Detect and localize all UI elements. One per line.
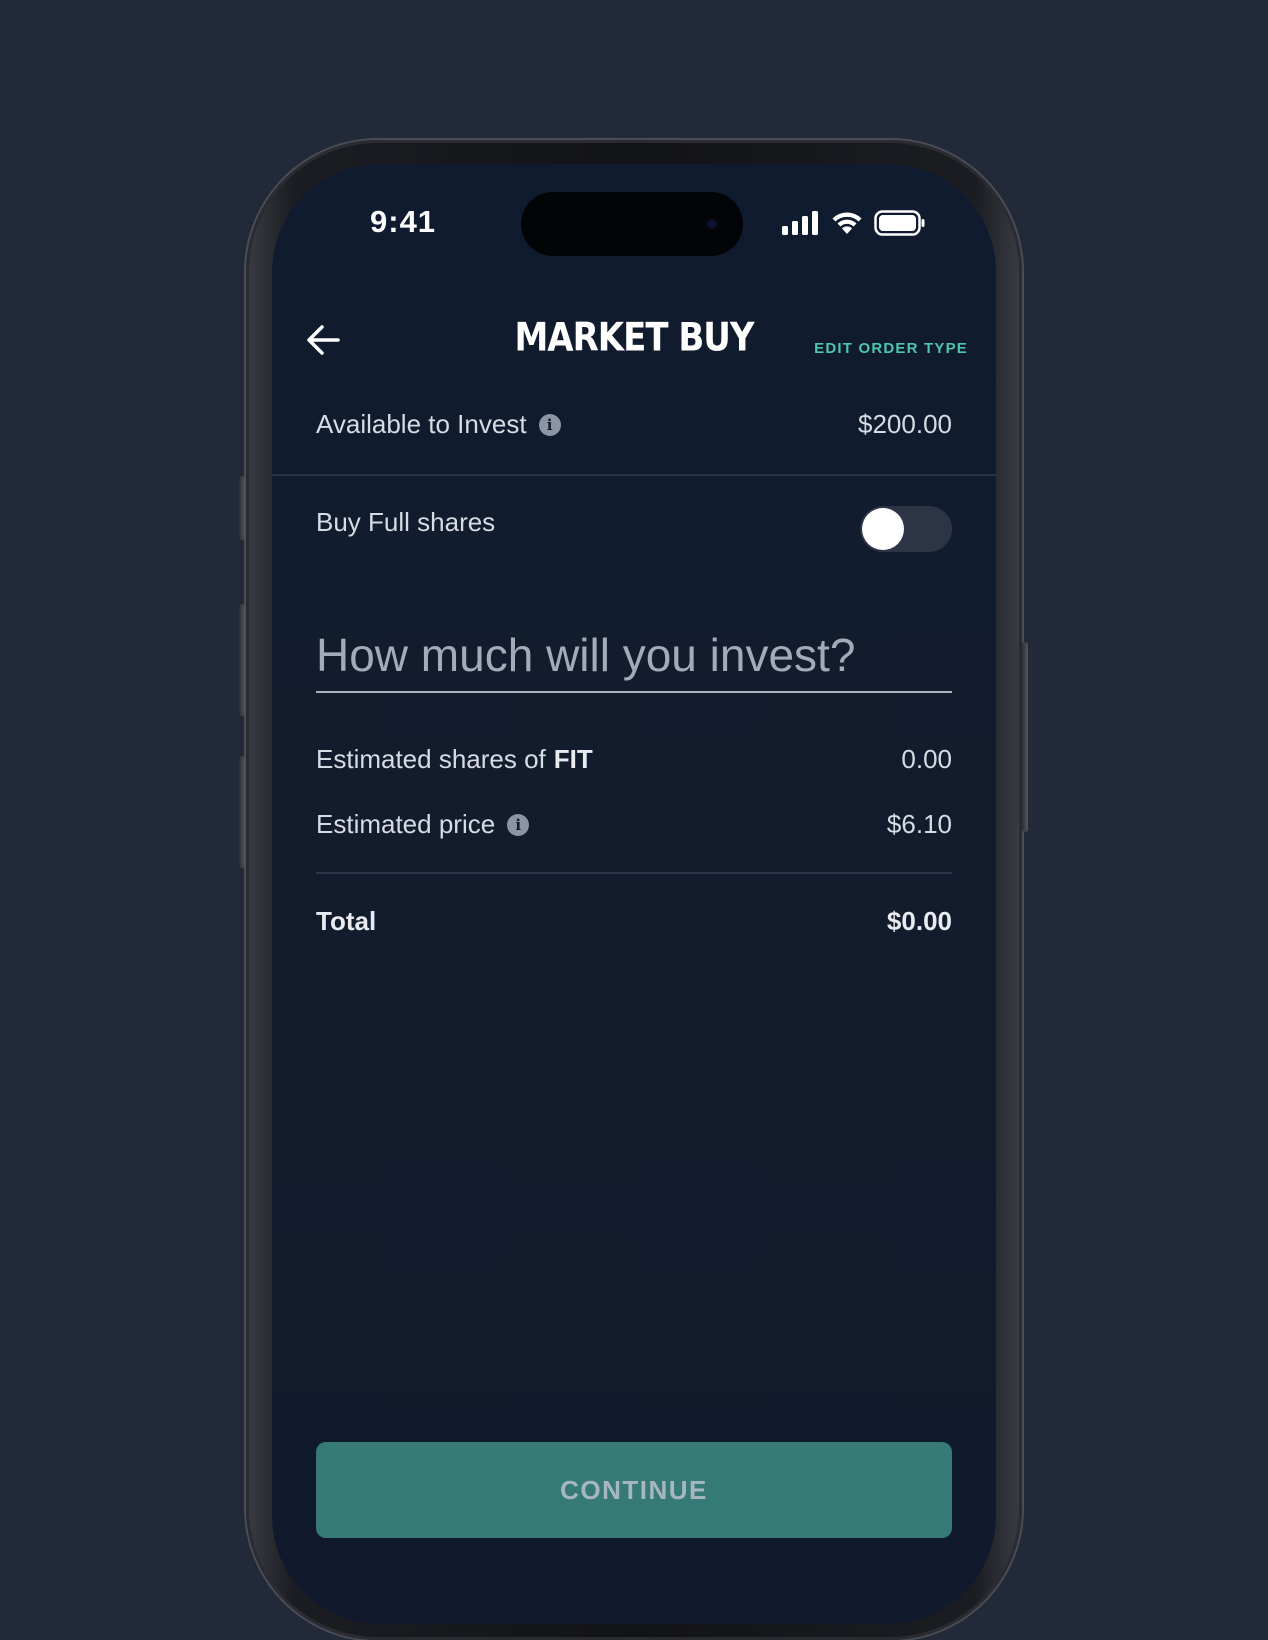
available-label: Available to Invest (316, 409, 527, 439)
power-button (1022, 642, 1028, 832)
wifi-icon (832, 212, 862, 234)
investment-amount-input[interactable] (316, 619, 952, 693)
estimated-price-value: $6.10 (886, 809, 952, 839)
divider (272, 474, 996, 476)
estimated-price-row: Estimated price i $6.10 (316, 809, 952, 840)
full-shares-row: Buy Full shares (316, 507, 952, 538)
battery-icon (874, 210, 925, 236)
full-shares-label: Buy Full shares (316, 507, 496, 537)
available-value: $200.00 (858, 409, 952, 439)
continue-button[interactable]: CONTINUE (316, 1442, 952, 1538)
estimated-shares-label: Estimated shares of (316, 744, 546, 774)
volume-down-button (239, 756, 245, 868)
available-label-group: Available to Invest i (316, 409, 561, 440)
info-icon[interactable]: i (507, 813, 530, 836)
cellular-signal-icon (782, 211, 818, 235)
status-icons (782, 210, 926, 236)
app-screen: 9:41 MARKET BUY EDIT ORDER TYPE Availabl… (272, 164, 996, 1624)
status-time: 9:41 (370, 204, 437, 239)
estimated-shares-row: Estimated shares of FIT 0.00 (316, 744, 952, 775)
estimated-price-label-group: Estimated price i (316, 809, 530, 840)
divider (316, 872, 952, 874)
dynamic-island (521, 192, 743, 256)
volume-up-button (239, 604, 245, 716)
toggle-knob (862, 508, 904, 550)
action-button (239, 476, 245, 540)
total-row: Total $0.00 (316, 906, 952, 937)
full-shares-toggle[interactable] (860, 506, 952, 552)
estimated-price-label: Estimated price (316, 809, 496, 839)
estimated-shares-value: 0.00 (901, 744, 952, 774)
available-row: Available to Invest i $200.00 (316, 409, 952, 440)
estimated-shares-label-group: Estimated shares of FIT (316, 744, 593, 775)
camera-dot (707, 219, 717, 229)
info-icon[interactable]: i (538, 413, 561, 436)
total-label: Total (316, 906, 377, 936)
ticker-symbol: FIT (553, 744, 593, 774)
total-value: $0.00 (886, 906, 952, 936)
edit-order-type-link[interactable]: EDIT ORDER TYPE (814, 340, 968, 357)
